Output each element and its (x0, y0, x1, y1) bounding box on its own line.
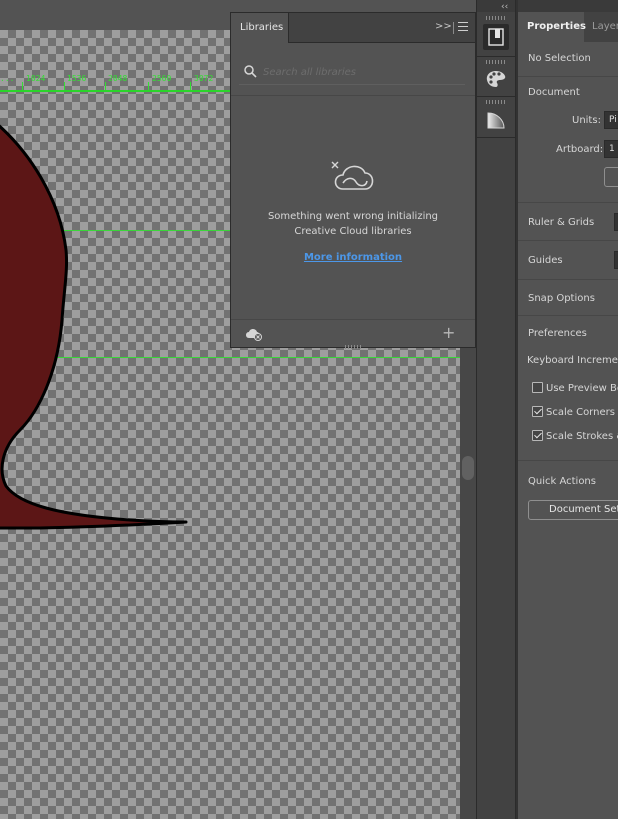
tab-properties[interactable]: Properties (518, 12, 586, 42)
panel-dock-strip: ‹‹ (476, 0, 516, 819)
divider (477, 96, 515, 97)
dock-grip[interactable] (486, 60, 506, 64)
search-input[interactable] (263, 63, 459, 81)
tab-libraries[interactable]: Libraries (231, 13, 289, 43)
use-preview-bounds-checkbox[interactable] (532, 382, 543, 393)
cloud-sync-icon[interactable] (245, 327, 263, 341)
snap-options-heading[interactable]: Snap Options (528, 293, 595, 304)
more-information-link[interactable]: More information (231, 252, 475, 263)
creative-cloud-error-icon (331, 161, 374, 190)
dock-grip[interactable] (486, 16, 506, 20)
error-line: Creative Cloud libraries (294, 226, 412, 237)
edit-artboards-button[interactable] (604, 167, 618, 187)
gradient-panel-button[interactable] (483, 107, 509, 133)
divider (477, 137, 515, 138)
document-heading: Document (528, 87, 580, 98)
libraries-tab-bar: Libraries >> (231, 13, 475, 43)
tab-layers[interactable]: Layers (592, 12, 618, 42)
libraries-panel: Libraries >> Something went wrong initia… (230, 12, 476, 349)
units-dropdown[interactable]: Pi (604, 111, 618, 129)
properties-panel: Properties Layers No Selection Document … (518, 0, 618, 819)
expand-panel-icon[interactable]: >> (435, 21, 452, 32)
gradient-icon (487, 112, 505, 129)
divider (231, 95, 475, 96)
search-icon (244, 65, 257, 78)
keyboard-increment-label: Keyboard Increment: (527, 355, 618, 366)
scale-strokes-checkbox[interactable] (532, 430, 543, 441)
panel-menu-icon[interactable] (453, 22, 468, 34)
add-content-icon[interactable]: + (442, 323, 455, 342)
library-search (239, 61, 465, 85)
scrollbar-thumb[interactable] (462, 456, 474, 480)
document-setup-button[interactable]: Document Setu (528, 500, 618, 520)
selection-status: No Selection (528, 53, 591, 64)
ruler-toggle-button[interactable] (614, 213, 618, 231)
dock-grip[interactable] (486, 100, 506, 104)
red-shape-path (0, 124, 188, 530)
error-line: Something went wrong initializing (267, 211, 439, 222)
library-error-message: Something went wrong initializing Creati… (231, 209, 475, 239)
dock-top-bar (477, 0, 515, 12)
quick-actions-heading: Quick Actions (528, 476, 596, 487)
divider (518, 460, 618, 461)
checkbox-label: Scale Corners (546, 407, 615, 418)
properties-tab-bar: Properties Layers (518, 12, 618, 42)
checkbox-label: Scale Strokes & (546, 431, 618, 442)
divider (518, 315, 618, 316)
preferences-heading: Preferences (528, 328, 587, 339)
panel-resize-grip[interactable] (345, 345, 363, 349)
collapse-dock-icon[interactable]: ‹‹ (501, 2, 508, 12)
artboard-label: Artboard: (556, 144, 604, 155)
ruler-grids-heading: Ruler & Grids (528, 217, 595, 228)
divider (518, 240, 618, 241)
divider (477, 56, 515, 57)
scale-corners-checkbox[interactable] (532, 406, 543, 417)
checkbox-label: Use Preview Bou (546, 383, 618, 394)
libraries-icon (488, 28, 504, 46)
units-label: Units: (572, 115, 601, 126)
guides-heading: Guides (528, 255, 563, 266)
guides-toggle-button[interactable] (614, 251, 618, 269)
panel-top-bar (518, 0, 618, 12)
palette-icon (486, 71, 506, 87)
divider (518, 279, 618, 280)
libraries-panel-button[interactable] (483, 24, 509, 50)
artboard-field[interactable]: 1 (604, 140, 618, 158)
libraries-footer: + (231, 319, 475, 347)
divider (518, 202, 618, 203)
divider (518, 76, 618, 77)
color-panel-button[interactable] (483, 66, 509, 92)
